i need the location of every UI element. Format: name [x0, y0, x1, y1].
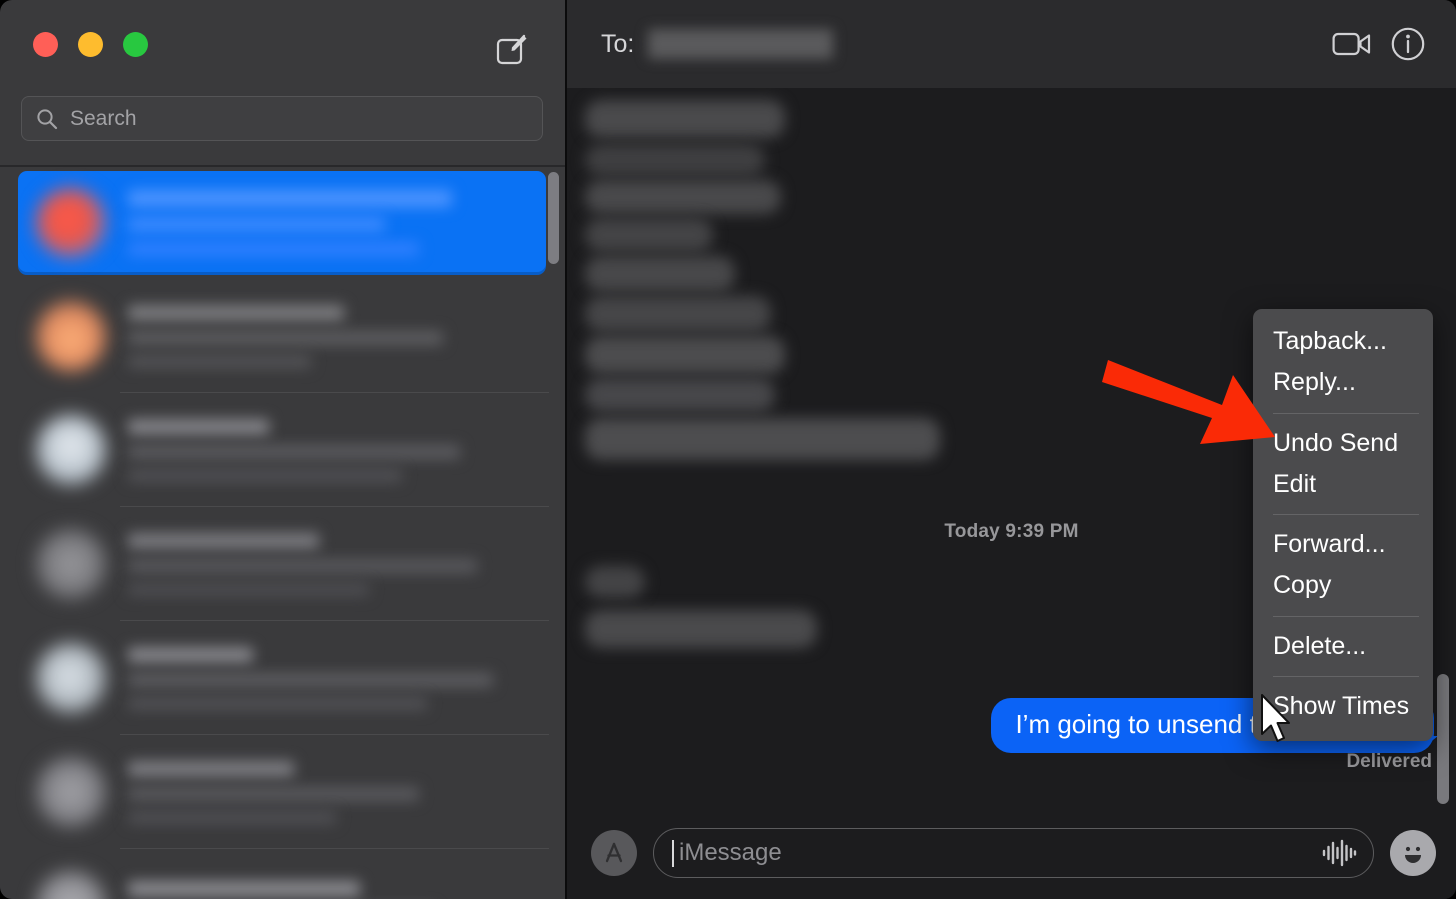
menu-item-delete[interactable]: Delete... [1253, 626, 1433, 667]
list-item-redacted-text [106, 881, 565, 899]
sidebar-scrollbar[interactable] [548, 172, 559, 264]
incoming-message-redacted [585, 180, 781, 214]
emoji-smiley-icon[interactable] [1390, 830, 1436, 876]
message-composer: iMessage [567, 807, 1456, 899]
compose-icon[interactable] [491, 28, 533, 70]
list-item[interactable] [0, 507, 565, 621]
list-item-redacted-text [106, 190, 565, 256]
menu-item-copy[interactable]: Copy [1253, 565, 1433, 606]
list-item-redacted-text [106, 646, 565, 710]
list-item[interactable] [0, 279, 565, 393]
avatar [36, 871, 106, 899]
minimize-button[interactable] [78, 32, 103, 57]
search-placeholder: Search [70, 106, 137, 130]
message-context-menu[interactable]: Tapback... Reply... Undo Send Edit Forwa… [1253, 309, 1433, 741]
avatar [36, 529, 106, 599]
info-circle-icon[interactable] [1380, 16, 1436, 72]
zoom-button[interactable] [123, 32, 148, 57]
search-icon [37, 108, 58, 129]
window-traffic-lights [33, 32, 148, 57]
menu-item-undo-send[interactable]: Undo Send [1253, 423, 1433, 464]
conversations-sidebar: Search [0, 0, 565, 899]
list-item-redacted-text [106, 418, 565, 482]
messages-window: Search To: Today 9:39 PM I’m going to un… [0, 0, 1456, 899]
audio-waveform-icon[interactable] [1321, 838, 1357, 868]
incoming-message-redacted [585, 100, 785, 138]
avatar [36, 301, 106, 371]
incoming-message-redacted [585, 610, 817, 648]
close-button[interactable] [33, 32, 58, 57]
menu-separator [1273, 615, 1419, 617]
avatar [36, 643, 106, 713]
menu-item-edit[interactable]: Edit [1253, 464, 1433, 505]
list-item[interactable] [0, 735, 565, 849]
list-item-redacted-text [106, 760, 565, 824]
recipient-field-redacted[interactable] [648, 29, 834, 59]
menu-item-tapback[interactable]: Tapback... [1253, 321, 1433, 362]
incoming-message-redacted [585, 418, 940, 460]
list-item[interactable] [0, 393, 565, 507]
avatar [36, 188, 106, 258]
menu-item-reply[interactable]: Reply... [1253, 362, 1433, 403]
list-item[interactable] [0, 621, 565, 735]
avatar [36, 757, 106, 827]
incoming-message-redacted [585, 218, 713, 252]
menu-separator [1273, 412, 1419, 414]
list-item-redacted-text [106, 532, 565, 596]
menu-separator [1273, 675, 1419, 677]
video-camera-icon[interactable] [1324, 16, 1380, 72]
search-input[interactable]: Search [21, 96, 543, 141]
incoming-message-redacted [585, 296, 771, 332]
app-store-icon[interactable] [591, 830, 637, 876]
list-item-redacted-text [106, 304, 565, 368]
incoming-message-redacted [585, 378, 775, 412]
menu-item-show-times[interactable]: Show Times [1253, 686, 1433, 727]
incoming-message-redacted [585, 566, 645, 598]
menu-item-forward[interactable]: Forward... [1253, 524, 1433, 565]
incoming-message-redacted [585, 336, 785, 374]
list-item[interactable] [0, 849, 565, 899]
avatar [36, 415, 106, 485]
conversation-list[interactable] [0, 167, 565, 899]
text-caret [672, 839, 674, 867]
list-item[interactable] [0, 167, 565, 279]
sidebar-toolbar: Search [0, 0, 565, 166]
thread-scrollbar[interactable] [1437, 674, 1449, 804]
imessage-placeholder: iMessage [679, 839, 782, 866]
incoming-message-redacted [585, 144, 765, 176]
menu-separator [1273, 514, 1419, 515]
imessage-input[interactable]: iMessage [653, 828, 1374, 878]
conversation-header: To: [567, 0, 1456, 88]
incoming-message-redacted [585, 256, 735, 292]
to-label: To: [601, 29, 635, 58]
delivery-status: Delivered [1346, 751, 1432, 772]
